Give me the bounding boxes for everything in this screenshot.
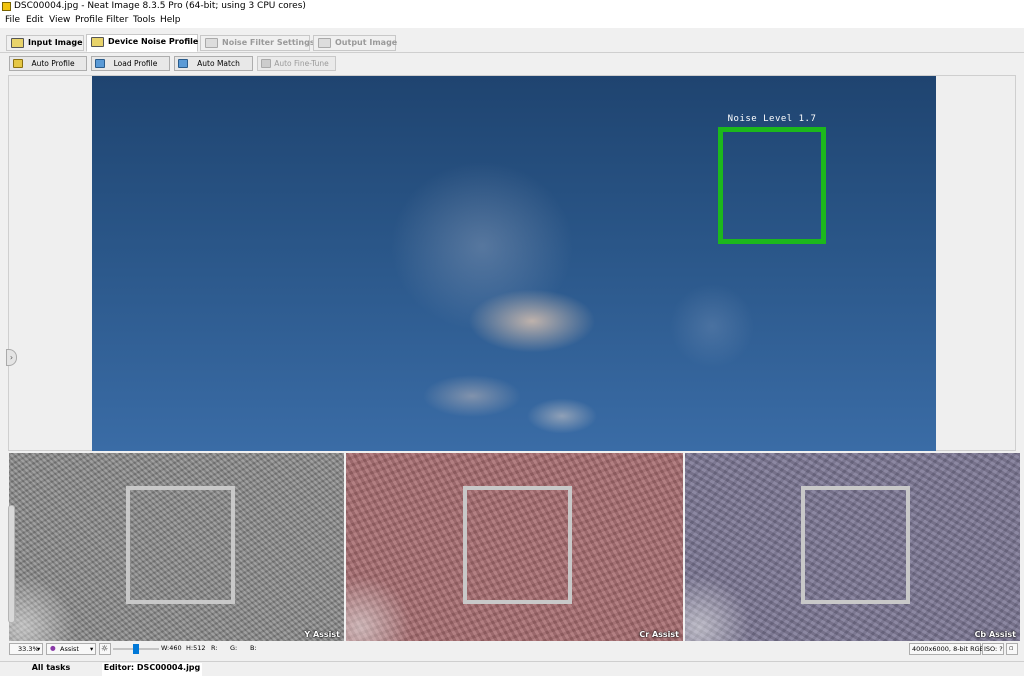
input-image-icon xyxy=(11,38,24,48)
zoom-select[interactable]: 33.3% ▾ xyxy=(9,643,43,655)
filter-settings-icon xyxy=(205,38,218,48)
y-assist-panel[interactable]: Y Assist xyxy=(9,453,344,641)
app-icon xyxy=(2,2,11,11)
tab-device-noise-profile-label: Device Noise Profile xyxy=(108,37,199,46)
image-preview[interactable]: Noise Level 1.7 xyxy=(92,76,936,451)
menu-bar: File Edit View Profile Filter Tools Help xyxy=(0,14,1024,28)
tab-input-image[interactable]: Input Image xyxy=(6,35,84,51)
y-assist-label: Y Assist xyxy=(304,630,340,639)
menu-file[interactable]: File xyxy=(5,15,20,25)
noise-analysis-box[interactable] xyxy=(718,127,826,244)
menu-edit[interactable]: Edit xyxy=(26,15,43,25)
window-title: DSC00004.jpg - Neat Image 8.3.5 Pro (64-… xyxy=(14,1,306,11)
view-mode-value: Assist xyxy=(60,645,79,653)
info-icon: ▫ xyxy=(1009,644,1014,652)
status-bar: 33.3% ▾ ● Assist ▾ ☼ W:460 H:512 R: G: B… xyxy=(8,642,1020,656)
auto-fine-tune-label: Auto Fine-Tune xyxy=(274,59,329,68)
info-button[interactable]: ▫ xyxy=(1006,643,1018,655)
cr-assist-label: Cr Assist xyxy=(639,630,679,639)
width-readout: W:460 xyxy=(161,644,182,652)
sun-icon: ☼ xyxy=(101,644,109,653)
profile-toolbar: Auto Profile Load Profile Auto Match Aut… xyxy=(0,53,1024,75)
red-readout: R: xyxy=(211,644,218,652)
view-mode-select[interactable]: ● Assist ▾ xyxy=(46,643,96,655)
image-info-text: 4000x6000, 8-bit RGB xyxy=(912,645,985,653)
assist-shade xyxy=(9,571,79,641)
tab-input-image-label: Input Image xyxy=(28,38,83,47)
cr-assist-box xyxy=(463,486,572,604)
bottom-task-tabs: All tasks Editor: DSC00004.jpg xyxy=(0,661,1024,676)
brightness-button[interactable]: ☼ xyxy=(99,643,111,655)
iso-box: ISO: ? xyxy=(982,643,1004,655)
auto-match-button[interactable]: Auto Match xyxy=(174,56,253,71)
assist-mode-icon: ● xyxy=(50,644,56,652)
image-info-box: 4000x6000, 8-bit RGB xyxy=(909,643,985,655)
cb-assist-label: Cb Assist xyxy=(974,630,1016,639)
auto-fine-tune-button[interactable]: Auto Fine-Tune xyxy=(257,56,336,71)
menu-filter[interactable]: Filter xyxy=(106,15,128,25)
iso-text: ISO: ? xyxy=(984,645,1003,653)
green-readout: G: xyxy=(230,644,238,652)
auto-profile-label: Auto Profile xyxy=(31,59,75,68)
load-profile-label: Load Profile xyxy=(113,59,158,68)
load-profile-button[interactable]: Load Profile xyxy=(91,56,170,71)
chevron-down-icon: ▾ xyxy=(37,645,41,653)
brightness-slider-thumb[interactable] xyxy=(133,644,139,654)
cb-assist-panel[interactable]: Cb Assist xyxy=(685,453,1020,641)
panel-resize-handle[interactable] xyxy=(8,505,15,623)
device-profile-icon xyxy=(91,37,104,47)
tab-output-image[interactable]: Output Image xyxy=(313,35,398,51)
menu-tools[interactable]: Tools xyxy=(133,15,155,25)
menu-profile[interactable]: Profile xyxy=(75,15,103,25)
y-assist-box xyxy=(126,486,235,604)
menu-help[interactable]: Help xyxy=(160,15,181,25)
menu-view[interactable]: View xyxy=(49,15,70,25)
tab-output-image-label: Output Image xyxy=(335,38,398,47)
zoom-value: 33.3% xyxy=(18,645,39,653)
chevron-down-icon: ▾ xyxy=(90,645,94,653)
tab-noise-filter-settings-label: Noise Filter Settings xyxy=(222,38,315,47)
noise-level-label: Noise Level 1.7 xyxy=(727,114,817,124)
height-readout: H:512 xyxy=(186,644,206,652)
assist-shade xyxy=(685,571,755,641)
blue-readout: B: xyxy=(250,644,257,652)
output-image-icon xyxy=(318,38,331,48)
assist-shade xyxy=(346,571,416,641)
cr-assist-panel[interactable]: Cr Assist xyxy=(346,453,683,641)
cb-assist-box xyxy=(801,486,910,604)
auto-match-label: Auto Match xyxy=(197,59,240,68)
tab-all-tasks[interactable]: All tasks xyxy=(4,663,98,676)
auto-profile-button[interactable]: Auto Profile xyxy=(9,56,87,71)
tab-editor[interactable]: Editor: DSC00004.jpg xyxy=(102,663,202,676)
tab-device-noise-profile[interactable]: Device Noise Profile xyxy=(86,34,198,52)
workflow-tabs: Input Image Device Noise Profile Noise F… xyxy=(0,28,1024,53)
tab-noise-filter-settings[interactable]: Noise Filter Settings xyxy=(200,35,315,51)
title-bar: DSC00004.jpg - Neat Image 8.3.5 Pro (64-… xyxy=(0,0,1024,14)
